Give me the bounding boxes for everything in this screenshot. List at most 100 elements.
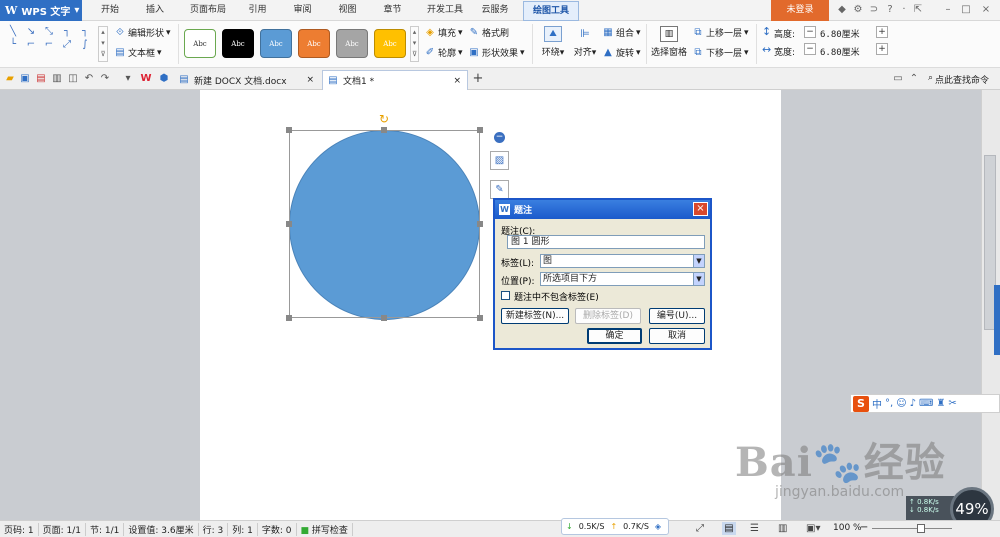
resize-handle[interactable] — [477, 221, 483, 227]
bring-forward-button[interactable]: ⧉ 上移一层 ▾ — [692, 26, 748, 40]
menu-page-layout[interactable]: 页面布局 — [183, 3, 233, 18]
web-view-icon[interactable]: ▥ — [778, 523, 787, 534]
curve-icon[interactable]: ∫ — [78, 39, 92, 51]
keyboard-icon[interactable]: ⌨ — [919, 398, 933, 409]
ok-button[interactable]: 确定 — [587, 328, 642, 344]
resize-handle[interactable] — [477, 127, 483, 133]
emoji-icon[interactable]: ☺ — [896, 398, 906, 409]
zoom-out-button[interactable]: − — [860, 522, 868, 533]
zoom-slider-thumb[interactable] — [917, 524, 925, 533]
shape-outline-icon[interactable]: ✎ — [490, 180, 509, 199]
elbow-double-icon[interactable]: └ — [6, 39, 20, 51]
download-speed-widget[interactable]: ↓ 0.5K/S ↑ 0.7K/S ◈ — [561, 518, 669, 535]
resize-handle[interactable] — [477, 315, 483, 321]
more-icon[interactable]: · — [898, 4, 910, 16]
ime-language-toggle[interactable]: 中 — [872, 396, 882, 411]
resize-handle[interactable] — [286, 221, 292, 227]
shape-gallery-scroll[interactable]: ▴ ▾ ⊽ — [98, 26, 108, 62]
login-button[interactable]: 未登录 — [771, 0, 829, 21]
collapse-icon[interactable]: ⌃ — [908, 73, 920, 85]
find-command-search[interactable]: ⌕ 点此查找命令 — [928, 73, 989, 86]
edit-shape-button[interactable]: ⟐ 编辑形状 ▾ — [114, 26, 171, 40]
chevron-down-icon[interactable]: ▼ — [693, 273, 704, 285]
tab-new-docx[interactable]: ▤ 新建 DOCX 文档.docx × — [174, 70, 320, 90]
outline-view-icon[interactable]: ☰ — [750, 523, 759, 534]
wrap-button[interactable]: ⛰ 环绕▾ — [538, 26, 568, 62]
print-preview-icon[interactable]: ◫ — [67, 73, 79, 85]
chevron-down-icon[interactable]: ▼ — [693, 255, 704, 267]
text-box-button[interactable]: ▤ 文本框 ▾ — [114, 46, 161, 60]
rotate-button[interactable]: ▲ 旋转 ▾ — [602, 46, 640, 60]
resize-handle[interactable] — [286, 127, 292, 133]
toolbox-icon[interactable]: ✂ — [948, 398, 956, 409]
send-backward-button[interactable]: ⧉ 下移一层 ▾ — [692, 46, 748, 60]
collapse-toolbar-icon[interactable]: − — [494, 132, 505, 143]
format-painter-button[interactable]: ✎ 格式刷 — [468, 26, 509, 40]
numbering-button[interactable]: 编号(U)... — [649, 308, 705, 324]
shape-style-gray[interactable]: Abc — [336, 29, 368, 58]
menu-review[interactable]: 审阅 — [285, 3, 320, 18]
width-input[interactable]: 6.80厘米 — [820, 45, 860, 58]
spell-check-toggle[interactable]: ■ 拼写检查 — [297, 522, 353, 536]
shape-style-blue[interactable]: Abc — [260, 29, 292, 58]
height-input[interactable]: 6.80厘米 — [820, 27, 860, 40]
maximize-icon[interactable]: □ — [960, 4, 972, 16]
curve-connector-icon[interactable]: ⌐ — [24, 39, 38, 51]
arrow-line-icon[interactable]: ↘ — [24, 26, 38, 38]
skin-shirt-icon[interactable]: ♜ — [936, 398, 945, 409]
customize-toolbar-icon[interactable]: ▾ — [122, 73, 134, 85]
shape-style-white[interactable]: Abc — [184, 29, 216, 58]
side-panel-handle[interactable] — [994, 285, 1000, 355]
align-button[interactable]: ⊫ 对齐▾ — [570, 26, 600, 62]
position-select[interactable]: 所选项目下方 ▼ — [540, 272, 705, 286]
print-icon[interactable]: ▥ — [51, 73, 63, 85]
shape-style-gold[interactable]: Abc — [374, 29, 406, 58]
selection-pane-button[interactable]: ▥ 选择窗格 — [650, 26, 688, 62]
punctuation-icon[interactable]: °, — [885, 398, 893, 409]
menu-home[interactable]: 开始 — [90, 3, 130, 18]
caption-input[interactable]: 图 1 圆形 — [507, 235, 705, 249]
menu-developer[interactable]: 开发工具 — [420, 3, 470, 18]
microphone-icon[interactable]: ♪ — [910, 398, 916, 409]
rotate-handle-icon[interactable]: ↻ — [379, 112, 389, 126]
resize-handle[interactable] — [286, 315, 292, 321]
cloud-doc-icon[interactable]: ⬢ — [158, 73, 170, 85]
fullscreen-icon[interactable]: ⤢ — [696, 523, 704, 534]
label-select[interactable]: 图 ▼ — [540, 254, 705, 268]
menu-references[interactable]: 引用 — [240, 3, 275, 18]
curve-arrow-icon[interactable]: ⌐ — [42, 39, 56, 51]
page-view-icon[interactable]: ▤ — [722, 522, 736, 535]
elbow-connector-icon[interactable]: ┐ — [60, 26, 74, 38]
shape-effect-button[interactable]: ▣ 形状效果 ▾ — [468, 46, 524, 60]
width-decrease-button[interactable]: − — [804, 43, 816, 55]
shape-gallery[interactable]: ╲ ↘ ⤡ ┐ ┐ └ ⌐ ⌐ ⤢ ∫ — [6, 26, 96, 62]
shape-layout-icon[interactable]: ▨ — [490, 151, 509, 170]
shape-style-black[interactable]: Abc — [222, 29, 254, 58]
settings-icon[interactable]: ⚙ — [852, 4, 864, 16]
skin-icon[interactable]: ◆ — [836, 4, 848, 16]
height-increase-button[interactable]: + — [876, 26, 888, 38]
outline-button[interactable]: ✐ 轮廓 ▾ — [424, 46, 463, 60]
undo-icon[interactable]: ↶ — [83, 73, 95, 85]
menu-insert[interactable]: 插入 — [135, 3, 175, 18]
style-gallery-scroll[interactable]: ▴ ▾ ⊽ — [410, 26, 419, 62]
cancel-button[interactable]: 取消 — [649, 328, 705, 344]
menu-view[interactable]: 视图 — [330, 3, 365, 18]
pdf-export-icon[interactable]: ▤ — [35, 73, 47, 85]
shape-style-orange[interactable]: Abc — [298, 29, 330, 58]
help-icon[interactable]: ? — [884, 4, 896, 16]
redo-icon[interactable]: ↷ — [99, 73, 111, 85]
menu-drawing-tools[interactable]: 绘图工具 — [523, 1, 579, 21]
open-folder-icon[interactable]: ▰ — [4, 73, 16, 85]
close-icon[interactable]: × — [980, 4, 992, 16]
delete-label-button[interactable]: 删除标签(D) — [575, 308, 641, 324]
height-decrease-button[interactable]: − — [804, 26, 816, 38]
double-arrow-icon[interactable]: ⤡ — [42, 26, 56, 38]
share-icon[interactable]: ⊃ — [868, 4, 880, 16]
save-icon[interactable]: ▣ — [19, 73, 31, 85]
new-tab-button[interactable]: + — [472, 72, 484, 85]
app-menu-button[interactable]: W WPS 文字 ▾ — [0, 0, 82, 21]
chat-icon[interactable]: ▭ — [892, 73, 904, 85]
new-label-button[interactable]: 新建标签(N)... — [501, 308, 569, 324]
elbow-arrow-icon[interactable]: ┐ — [78, 26, 92, 38]
